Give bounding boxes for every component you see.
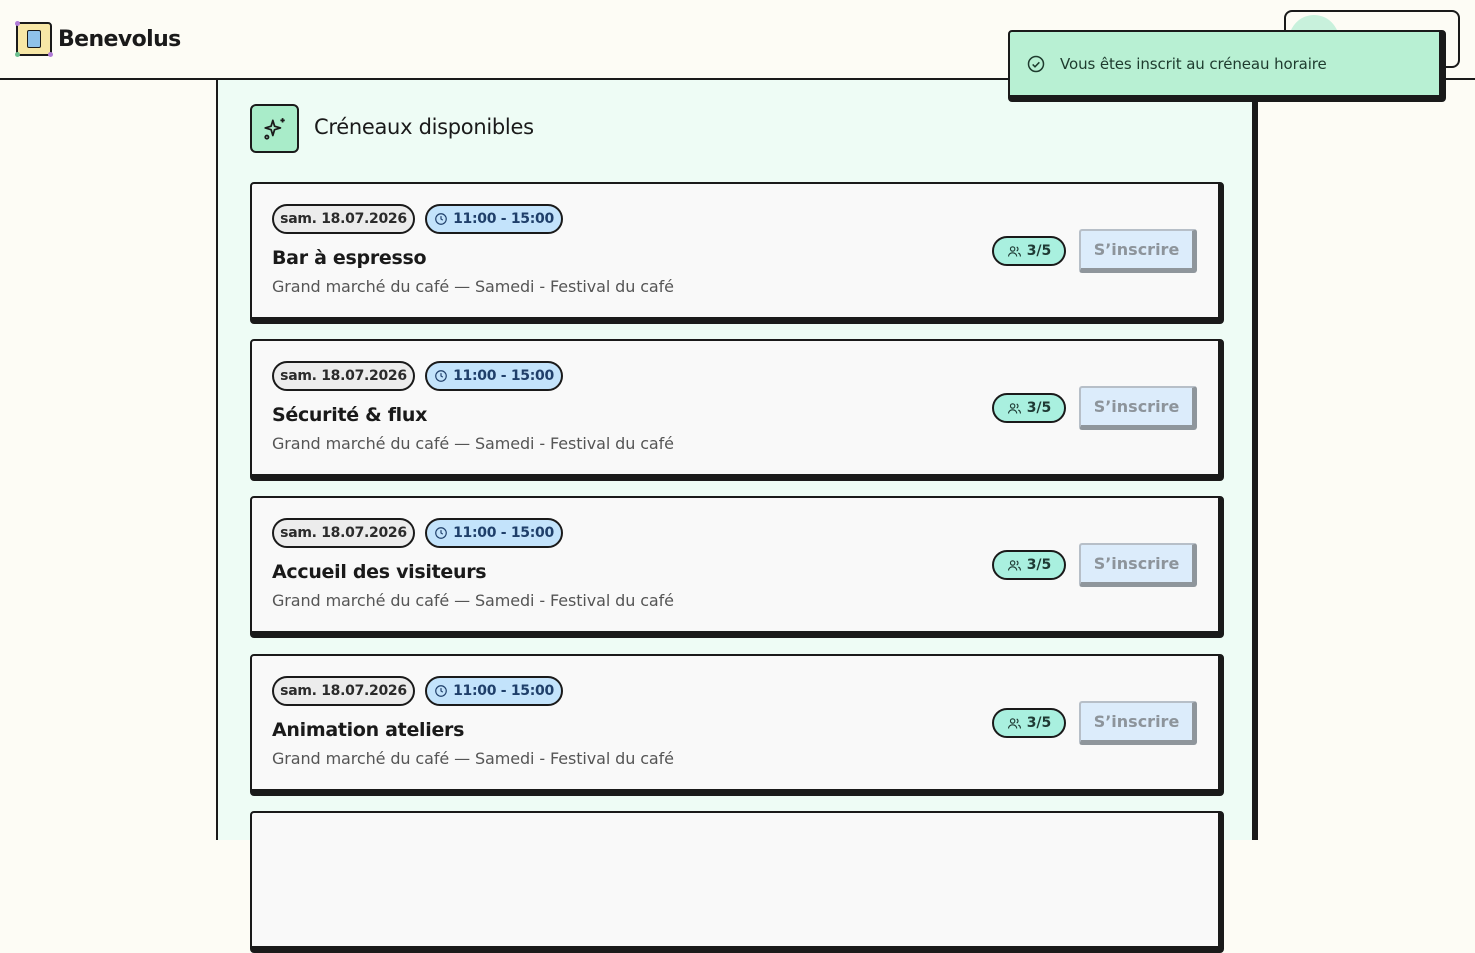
signup-button[interactable]: S’inscrire [1079,386,1197,430]
time-badge-label: 11:00 - 15:00 [453,211,554,227]
capacity-label: 3/5 [1026,243,1052,259]
clock-icon [435,370,447,382]
slot-event: Grand marché du café — Samedi - Festival… [272,749,674,768]
success-toast: Vous êtes inscrit au créneau horaire [1008,30,1446,102]
slot-card: sam. 18.07.2026 11:00 - 15:00 Bar à espr… [250,182,1224,324]
time-badge: 11:00 - 15:00 [425,518,563,548]
slot-card: sam. 18.07.2026 11:00 - 15:00 Sécurité &… [250,339,1224,481]
time-badge: 11:00 - 15:00 [425,676,563,706]
brand-logo-link[interactable]: Benevolus [15,21,181,57]
capacity-badge: 3/5 [992,393,1066,423]
slot-card: sam. 18.07.2026 11:00 - 15:00 Accueil de… [250,496,1224,638]
capacity-badge: 3/5 [992,236,1066,266]
date-badge: sam. 18.07.2026 [272,518,415,548]
time-badge: 11:00 - 15:00 [425,204,563,234]
time-badge-label: 11:00 - 15:00 [453,525,554,541]
capacity-label: 3/5 [1026,400,1052,416]
capacity-label: 3/5 [1026,715,1052,731]
slot-event: Grand marché du café — Samedi - Festival… [272,591,674,610]
slot-title: Accueil des visiteurs [272,561,487,583]
time-badge-label: 11:00 - 15:00 [453,683,554,699]
signup-button[interactable]: S’inscrire [1079,543,1197,587]
slot-event: Grand marché du café — Samedi - Festival… [272,277,674,296]
clock-icon [435,213,447,225]
slot-card-partial [250,811,1224,953]
check-circle-icon [1027,55,1045,72]
toast-message: Vous êtes inscrit au créneau horaire [1060,54,1327,73]
capacity-badge: 3/5 [992,708,1066,738]
users-icon [1007,245,1021,257]
sparkles-icon [250,104,299,153]
slot-event: Grand marché du café — Samedi - Festival… [272,434,674,453]
users-icon [1007,559,1021,571]
signup-button[interactable]: S’inscrire [1079,701,1197,745]
capacity-label: 3/5 [1026,557,1052,573]
panel-title: Créneaux disponibles [314,115,534,139]
clock-icon [435,685,447,697]
time-badge-label: 11:00 - 15:00 [453,368,554,384]
slot-card: sam. 18.07.2026 11:00 - 15:00 Animation … [250,654,1224,796]
users-icon [1007,717,1021,729]
capacity-badge: 3/5 [992,550,1066,580]
users-icon [1007,402,1021,414]
slot-title: Bar à espresso [272,247,427,269]
available-slots-panel: Créneaux disponibles sam. 18.07.2026 11:… [216,80,1258,953]
date-badge: sam. 18.07.2026 [272,204,415,234]
benevolus-logo-icon [15,21,53,57]
time-badge: 11:00 - 15:00 [425,361,563,391]
signup-button[interactable]: S’inscrire [1079,229,1197,273]
slot-title: Sécurité & flux [272,404,428,426]
slot-title: Animation ateliers [272,719,465,741]
clock-icon [435,527,447,539]
brand-name: Benevolus [58,26,181,52]
date-badge: sam. 18.07.2026 [272,676,415,706]
date-badge: sam. 18.07.2026 [272,361,415,391]
